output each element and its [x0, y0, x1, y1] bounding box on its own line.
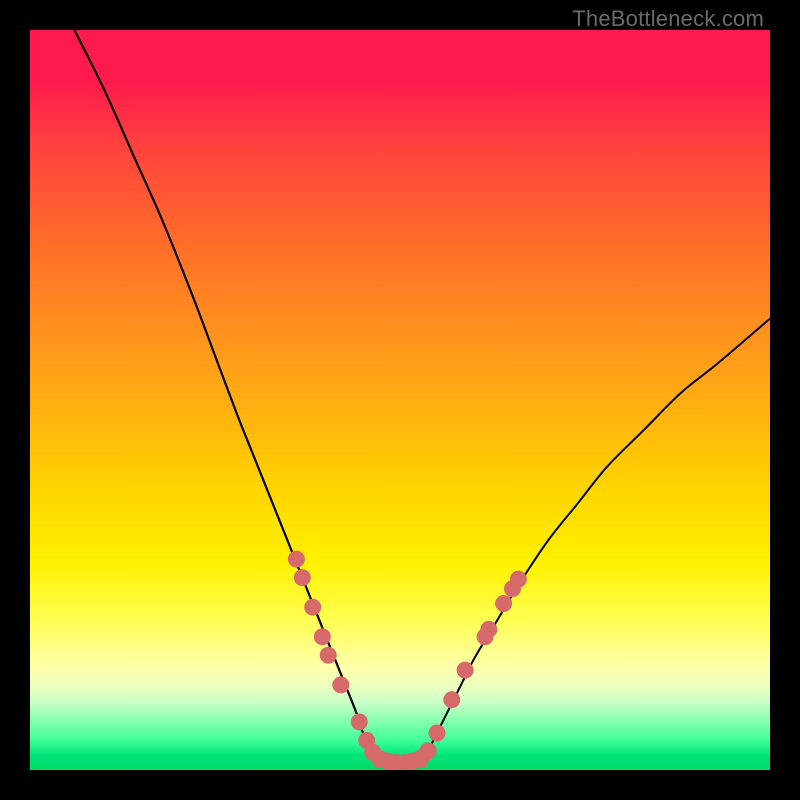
marker-dots-right: [396, 571, 527, 770]
marker-dot: [443, 691, 460, 708]
marker-dot: [288, 551, 305, 568]
curve-overlay: [30, 30, 770, 770]
chart-frame: [30, 30, 770, 770]
marker-dots-left: [288, 551, 405, 770]
marker-dot: [332, 676, 349, 693]
marker-dot: [304, 599, 321, 616]
marker-dot: [480, 621, 497, 638]
marker-dot: [429, 725, 446, 742]
marker-dot: [320, 647, 337, 664]
marker-dot: [294, 569, 311, 586]
watermark-text: TheBottleneck.com: [572, 6, 764, 32]
marker-dot: [314, 628, 331, 645]
marker-dot: [510, 571, 527, 588]
right-branch-line: [422, 319, 770, 763]
marker-dot: [420, 742, 437, 759]
marker-dot: [351, 713, 368, 730]
marker-dot: [457, 662, 474, 679]
marker-dot: [495, 595, 512, 612]
